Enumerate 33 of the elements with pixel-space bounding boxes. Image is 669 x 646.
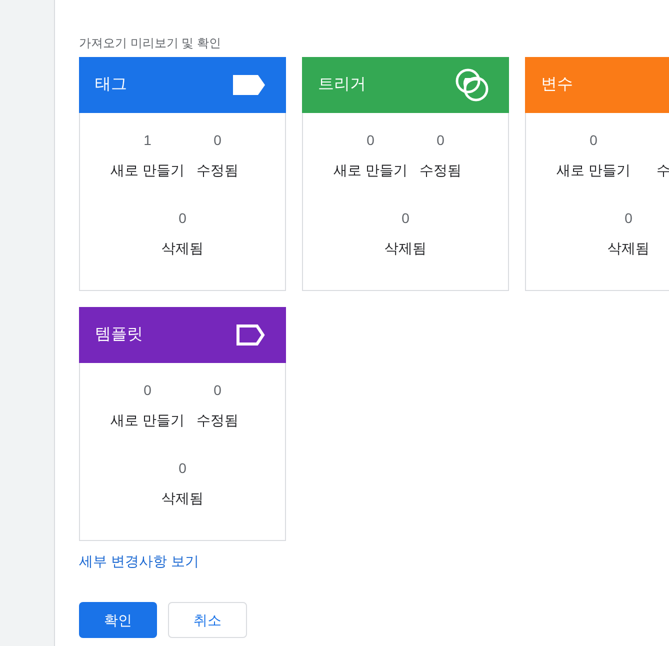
overlapping-circles-icon [455,68,489,102]
details-link[interactable]: 세부 변경사항 보기 [79,553,199,569]
cancel-button[interactable]: 취소 [168,602,247,638]
stat-label: 삭제됨 [162,239,204,258]
section-title: 가져오기 미리보기 및 확인 [79,35,222,51]
count: 0 [590,131,598,150]
card-title: 템플릿 [95,325,143,345]
count: 0 [178,459,186,478]
stat-label: 새로 만들기 [110,161,184,180]
count: 1 [144,131,152,150]
stat-label: 수정됨 [196,411,238,430]
stat-label: 새로 만들기 [556,161,630,180]
count: 0 [402,209,410,228]
stat-label: 삭제됨 [608,239,650,258]
card-title: 태그 [95,75,127,95]
stat-label: 새로 만들기 [110,411,184,430]
stat-label: 수정됨 [196,161,238,180]
count: 0 [178,209,186,228]
count: 0 [436,131,444,150]
confirm-button[interactable]: 확인 [79,602,157,638]
tag-icon [236,324,266,346]
count: 0 [214,131,222,150]
stat-label: 삭제됨 [162,489,204,508]
stat-label: 수정됨 [420,161,462,180]
stat-label: 새로 만들기 [334,161,408,180]
stat-label: 삭제됨 [384,239,426,258]
card-title: 변수 [541,75,573,95]
count: 0 [624,209,632,228]
card-title: 트리거 [318,75,366,95]
count: 0 [366,131,374,150]
count: 0 [144,381,152,400]
count: 0 [214,381,222,400]
tag-icon [232,74,266,96]
